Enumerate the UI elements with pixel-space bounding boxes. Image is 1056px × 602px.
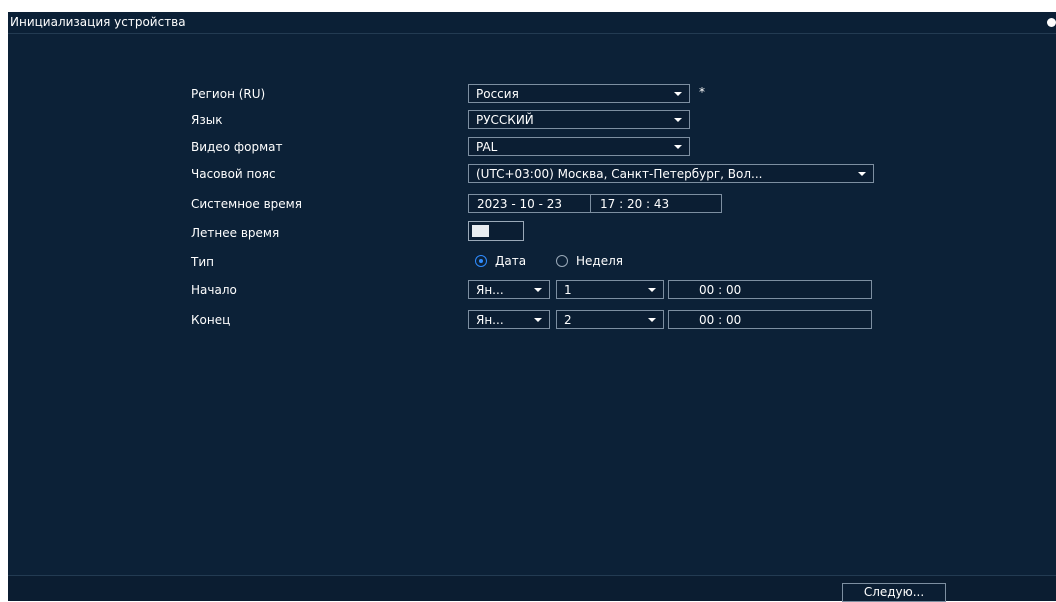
row-dst: Летнее время — [8, 221, 1056, 243]
end-label: Конец — [191, 313, 231, 327]
system-time-value[interactable]: 17 : 20 : 43 — [600, 197, 669, 211]
chevron-down-icon — [534, 318, 542, 322]
start-day-select[interactable]: 1 — [556, 280, 664, 299]
start-month-value: Ян... — [476, 283, 504, 297]
radio-week[interactable] — [556, 255, 568, 267]
chevron-down-icon — [534, 288, 542, 292]
start-day-value: 1 — [564, 283, 572, 297]
system-date-value[interactable]: 2023 - 10 - 23 — [477, 197, 562, 211]
radio-week-label[interactable]: Неделя — [576, 254, 623, 268]
start-label: Начало — [191, 283, 237, 297]
start-time-field[interactable]: 00 : 00 — [668, 280, 872, 299]
video-format-value: PAL — [476, 140, 498, 154]
region-select[interactable]: Россия — [468, 84, 690, 103]
region-value: Россия — [476, 87, 519, 101]
row-timezone: Часовой пояс (UTC+03:00) Москва, Санкт-П… — [8, 163, 1056, 185]
end-month-select[interactable]: Ян... — [468, 310, 550, 329]
footer-bar: Следую... — [8, 575, 1056, 602]
timezone-select[interactable]: (UTC+03:00) Москва, Санкт-Петербург, Вол… — [468, 164, 874, 183]
timezone-value: (UTC+03:00) Москва, Санкт-Петербург, Вол… — [476, 167, 763, 181]
window-title: Инициализация устройства — [10, 15, 186, 29]
end-day-value: 2 — [564, 313, 572, 327]
radio-date[interactable] — [475, 255, 487, 267]
region-label: Регион (RU) — [191, 87, 266, 101]
init-window: Инициализация устройства Регион (RU) Рос… — [8, 12, 1056, 602]
next-button[interactable]: Следую... — [842, 583, 946, 602]
end-day-select[interactable]: 2 — [556, 310, 664, 329]
chevron-down-icon — [858, 172, 866, 176]
row-type: Тип Дата Неделя — [8, 251, 1056, 273]
timezone-label: Часовой пояс — [191, 167, 276, 181]
row-system-time: Системное время 2023 - 10 - 23 17 : 20 :… — [8, 193, 1056, 215]
chevron-down-icon — [648, 318, 656, 322]
dst-toggle[interactable] — [468, 221, 524, 241]
end-time-value: 00 : 00 — [699, 313, 742, 327]
language-value: РУССКИЙ — [476, 113, 534, 127]
dst-label: Летнее время — [191, 226, 280, 240]
date-time-divider — [590, 195, 591, 212]
start-month-select[interactable]: Ян... — [468, 280, 550, 299]
system-time-label: Системное время — [191, 197, 302, 211]
row-region: Регион (RU) Россия * — [8, 83, 1056, 105]
chevron-down-icon — [674, 118, 682, 122]
chevron-down-icon — [674, 145, 682, 149]
row-video-format: Видео формат PAL — [8, 136, 1056, 158]
row-end: Конец Ян... 2 00 : 00 — [8, 309, 1056, 331]
video-format-label: Видео формат — [191, 140, 283, 154]
required-mark: * — [699, 85, 705, 99]
video-format-select[interactable]: PAL — [468, 137, 690, 156]
system-time-field[interactable]: 2023 - 10 - 23 17 : 20 : 43 — [468, 194, 722, 213]
chevron-down-icon — [674, 92, 682, 96]
language-select[interactable]: РУССКИЙ — [468, 110, 690, 129]
type-label: Тип — [191, 255, 214, 269]
row-language: Язык РУССКИЙ — [8, 109, 1056, 131]
end-time-field[interactable]: 00 : 00 — [668, 310, 872, 329]
radio-date-label[interactable]: Дата — [495, 254, 526, 268]
start-time-value: 00 : 00 — [699, 283, 742, 297]
chevron-down-icon — [648, 288, 656, 292]
row-start: Начало Ян... 1 00 : 00 — [8, 279, 1056, 301]
toggle-knob — [472, 225, 489, 237]
corner-indicator-icon[interactable] — [1047, 18, 1056, 27]
language-label: Язык — [191, 113, 223, 127]
title-bar: Инициализация устройства — [8, 12, 1056, 34]
end-month-value: Ян... — [476, 313, 504, 327]
